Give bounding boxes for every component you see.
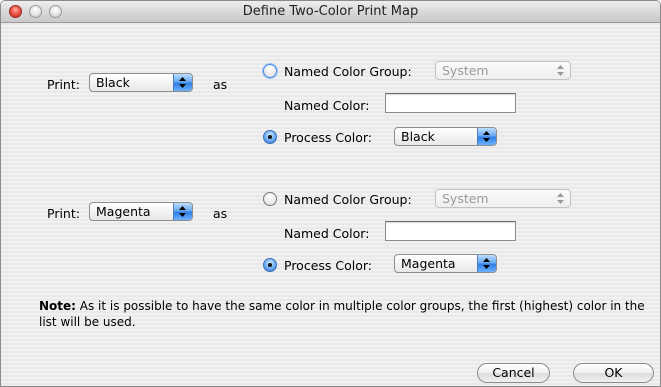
process-color-label-2: Process Color: bbox=[284, 258, 373, 273]
process-color-radio-1[interactable] bbox=[263, 130, 277, 144]
named-group-label-1: Named Color Group: bbox=[284, 64, 412, 79]
updown-arrows-icon bbox=[477, 255, 496, 272]
named-group-popup-2-value: System bbox=[442, 191, 489, 206]
dialog-window: Define Two-Color Print Map Print: Black … bbox=[0, 0, 661, 387]
note-bold-label: Note: bbox=[39, 299, 76, 313]
as-label-1: as bbox=[213, 77, 228, 92]
process-color-popup-2[interactable]: Magenta bbox=[394, 254, 497, 273]
named-group-radio-1[interactable] bbox=[263, 64, 277, 78]
named-group-radio-2[interactable] bbox=[263, 192, 277, 206]
title-bar: Define Two-Color Print Map bbox=[1, 1, 660, 23]
process-color-popup-1-value: Black bbox=[401, 129, 435, 144]
updown-arrows-icon bbox=[552, 190, 570, 207]
process-color-radio-2[interactable] bbox=[263, 258, 277, 272]
updown-arrows-icon bbox=[173, 74, 192, 91]
print-label-1: Print: bbox=[47, 77, 80, 92]
named-color-label-2: Named Color: bbox=[284, 226, 370, 241]
print-popup-2-value: Magenta bbox=[96, 204, 151, 219]
named-group-label-2: Named Color Group: bbox=[284, 192, 412, 207]
process-color-popup-2-value: Magenta bbox=[401, 256, 456, 271]
print-popup-2[interactable]: Magenta bbox=[89, 202, 193, 221]
ok-button[interactable]: OK bbox=[573, 363, 654, 383]
named-group-popup-1-value: System bbox=[442, 63, 489, 78]
as-label-2: as bbox=[213, 206, 228, 221]
print-popup-1-value: Black bbox=[96, 75, 130, 90]
print-popup-1[interactable]: Black bbox=[89, 73, 193, 92]
process-color-label-1: Process Color: bbox=[284, 130, 373, 145]
updown-arrows-icon bbox=[477, 128, 496, 145]
named-color-field-2[interactable] bbox=[385, 221, 516, 241]
window-title: Define Two-Color Print Map bbox=[242, 4, 419, 19]
cancel-button[interactable]: Cancel bbox=[477, 363, 550, 383]
named-group-popup-1[interactable]: System bbox=[435, 61, 571, 80]
print-label-2: Print: bbox=[47, 206, 80, 221]
process-color-popup-1[interactable]: Black bbox=[394, 127, 497, 146]
updown-arrows-icon bbox=[173, 203, 192, 220]
updown-arrows-icon bbox=[552, 62, 570, 79]
named-group-popup-2[interactable]: System bbox=[435, 189, 571, 208]
named-color-label-1: Named Color: bbox=[284, 98, 370, 113]
note-body: As it is possible to have the same color… bbox=[39, 299, 645, 329]
note-text: Note: As it is possible to have the same… bbox=[39, 298, 649, 330]
named-color-field-1[interactable] bbox=[385, 93, 516, 113]
